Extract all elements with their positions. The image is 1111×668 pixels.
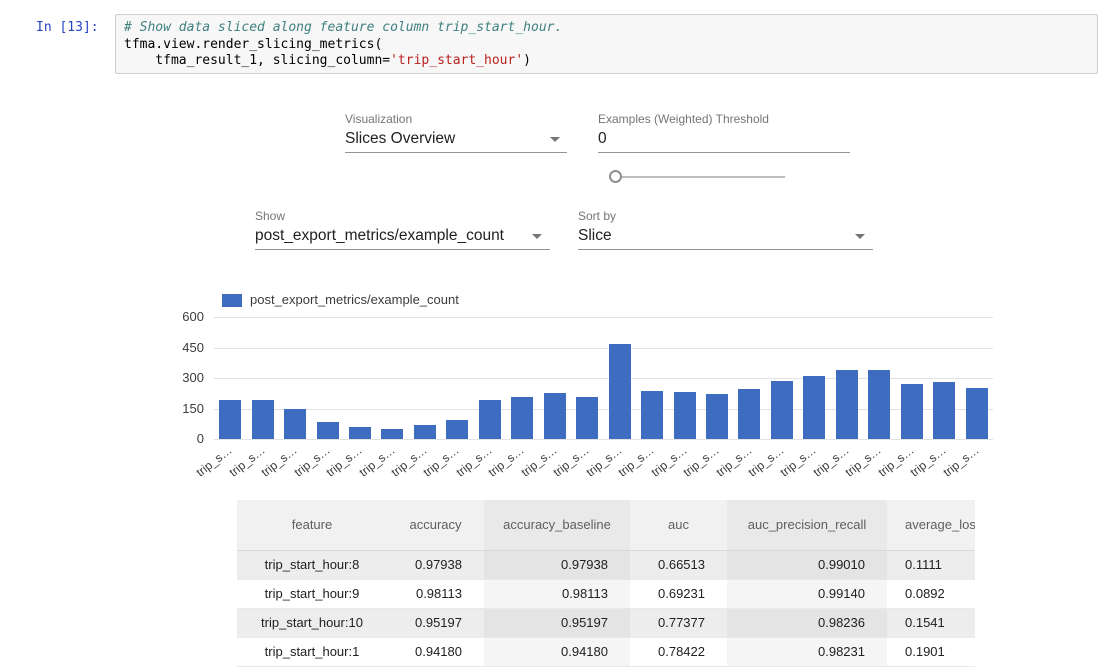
threshold-slider-thumb[interactable]	[609, 170, 622, 183]
legend-label: post_export_metrics/example_count	[250, 292, 459, 307]
threshold-label: Examples (Weighted) Threshold	[598, 112, 769, 126]
show-underline	[255, 249, 550, 250]
bar[interactable]	[836, 370, 858, 439]
table-cell: 0.1901	[887, 637, 975, 666]
table-cell: trip_start_hour:9	[237, 579, 387, 608]
bar[interactable]	[252, 400, 274, 439]
bar[interactable]	[966, 388, 988, 439]
bar[interactable]	[609, 344, 631, 439]
column-header-auc_precision_recall[interactable]: auc_precision_recall	[727, 500, 887, 550]
bar[interactable]	[479, 400, 501, 439]
table-cell: 0.78422	[630, 637, 727, 666]
y-tick-label: 300	[152, 370, 204, 386]
table-row: trip_start_hour:80.979380.979380.665130.…	[237, 550, 975, 579]
bar[interactable]	[446, 420, 468, 439]
table-cell: 0.98231	[727, 637, 887, 666]
table-cell: trip_start_hour:10	[237, 608, 387, 637]
legend-swatch	[222, 294, 242, 307]
bar[interactable]	[803, 376, 825, 439]
y-tick-label: 150	[152, 401, 204, 417]
cell-prompt: In [13]:	[36, 20, 99, 35]
table-cell: 0.69231	[630, 579, 727, 608]
table-cell: 0.66513	[630, 550, 727, 579]
column-header-accuracy[interactable]: accuracy	[387, 500, 484, 550]
table-cell: trip_start_hour:8	[237, 550, 387, 579]
table-cell: 0.95197	[387, 608, 484, 637]
table-cell: 0.95197	[484, 608, 630, 637]
bar[interactable]	[317, 422, 339, 439]
bar[interactable]	[381, 429, 403, 439]
code-comment: # Show data sliced along feature column …	[124, 20, 562, 35]
sort-by-dropdown[interactable]: Slice	[578, 227, 612, 245]
bar[interactable]	[284, 409, 306, 439]
y-axis-labels: 0150300450600	[152, 317, 204, 447]
gridline	[214, 439, 993, 440]
table-cell: 0.99010	[727, 550, 887, 579]
bar[interactable]	[511, 397, 533, 439]
visualization-label: Visualization	[345, 112, 412, 126]
table-row: trip_start_hour:100.951970.951970.773770…	[237, 608, 975, 637]
bar[interactable]	[349, 427, 371, 439]
table-cell: 0.99140	[727, 579, 887, 608]
table-cell: 0.98113	[387, 579, 484, 608]
show-label: Show	[255, 209, 285, 223]
table-cell: 0.97938	[484, 550, 630, 579]
threshold-input[interactable]: 0	[598, 130, 607, 148]
column-header-feature[interactable]: feature	[237, 500, 387, 550]
table-header-row: featureaccuracyaccuracy_baselineaucauc_p…	[237, 500, 975, 550]
code-line-3: tfma_result_1, slicing_column=	[124, 53, 390, 68]
table-row: trip_start_hour:90.981130.981130.692310.…	[237, 579, 975, 608]
threshold-underline	[598, 152, 850, 153]
x-axis-labels: trip_s…trip_s…trip_s…trip_s…trip_s…trip_…	[214, 441, 993, 483]
threshold-slider-track[interactable]	[618, 176, 785, 178]
visualization-underline	[345, 152, 567, 153]
bar[interactable]	[544, 393, 566, 439]
table-cell: 0.98236	[727, 608, 887, 637]
show-metric-dropdown[interactable]: post_export_metrics/example_count	[255, 227, 504, 245]
code-text: # Show data sliced along feature column …	[124, 20, 1089, 70]
visualization-dropdown[interactable]: Slices Overview	[345, 130, 455, 148]
table-cell: 0.98113	[484, 579, 630, 608]
bar[interactable]	[219, 400, 241, 439]
column-header-auc[interactable]: auc	[630, 500, 727, 550]
table-cell: 0.1111	[887, 550, 975, 579]
table-cell: 0.77377	[630, 608, 727, 637]
table-cell: trip_start_hour:1	[237, 637, 387, 666]
table-cell: 0.97938	[387, 550, 484, 579]
bar[interactable]	[641, 391, 663, 439]
bar[interactable]	[771, 381, 793, 439]
code-line-3-close: )	[523, 53, 531, 68]
code-string: 'trip_start_hour'	[390, 53, 523, 68]
table-cell: 0.94180	[387, 637, 484, 666]
chevron-down-icon	[532, 234, 542, 239]
bar[interactable]	[901, 384, 923, 439]
column-header-average_loss[interactable]: average_loss	[887, 500, 975, 550]
y-tick-label: 600	[152, 309, 204, 325]
y-tick-label: 450	[152, 340, 204, 356]
column-header-accuracy_baseline[interactable]: accuracy_baseline	[484, 500, 630, 550]
bars-layer	[214, 317, 993, 439]
table-cell: 0.0892	[887, 579, 975, 608]
bar-chart-plot	[214, 317, 993, 439]
bar[interactable]	[868, 370, 890, 439]
bar[interactable]	[706, 394, 728, 439]
bar[interactable]	[933, 382, 955, 439]
table-body: trip_start_hour:80.979380.979380.665130.…	[237, 550, 975, 666]
bar[interactable]	[414, 425, 436, 439]
bar[interactable]	[576, 397, 598, 439]
bar[interactable]	[674, 392, 696, 439]
sort-by-label: Sort by	[578, 209, 616, 223]
table-cell: 0.94180	[484, 637, 630, 666]
bar[interactable]	[738, 389, 760, 439]
code-cell[interactable]: # Show data sliced along feature column …	[115, 14, 1098, 74]
y-tick-label: 0	[152, 431, 204, 447]
chevron-down-icon	[550, 137, 560, 142]
metrics-table: featureaccuracyaccuracy_baselineaucauc_p…	[237, 500, 975, 667]
chevron-down-icon	[855, 234, 865, 239]
sort-by-underline	[578, 249, 873, 250]
code-line-2: tfma.view.render_slicing_metrics(	[124, 37, 382, 52]
metrics-table-container: featureaccuracyaccuracy_baselineaucauc_p…	[237, 500, 975, 668]
table-cell: 0.1541	[887, 608, 975, 637]
table-row: trip_start_hour:10.941800.941800.784220.…	[237, 637, 975, 666]
